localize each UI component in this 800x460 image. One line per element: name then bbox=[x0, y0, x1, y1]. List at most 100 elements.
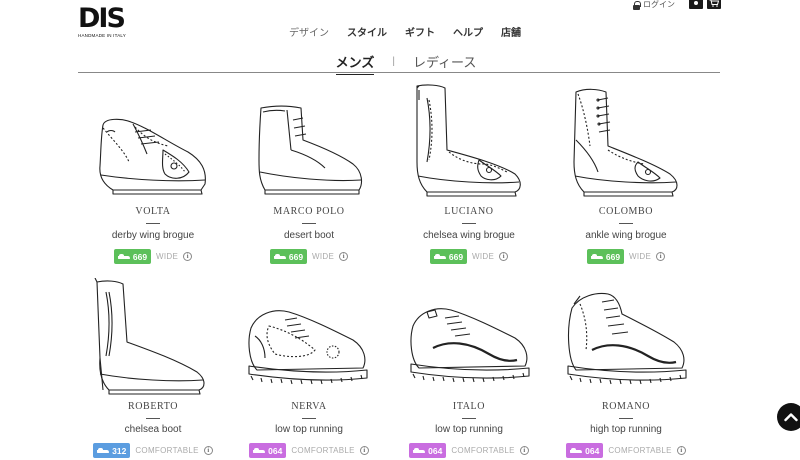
name-divider bbox=[462, 223, 476, 224]
info-icon[interactable]: i bbox=[359, 446, 369, 455]
fit-row: 064 COMFORTABLE i bbox=[229, 443, 389, 458]
language-button[interactable] bbox=[689, 0, 703, 9]
fit-row: 669 WIDE i bbox=[546, 249, 706, 264]
info-icon[interactable]: i bbox=[203, 446, 213, 455]
last-badge: 669 bbox=[269, 249, 308, 264]
fit-label: COMFORTABLE bbox=[135, 446, 199, 455]
nav-item-gift[interactable]: ギフト bbox=[405, 24, 435, 39]
low-top-runner-illustration[interactable] bbox=[229, 278, 389, 396]
product-description: ankle wing brogue bbox=[585, 230, 667, 241]
tab-separator: | bbox=[392, 56, 395, 67]
name-divider bbox=[302, 223, 316, 224]
tab-mens[interactable]: メンズ bbox=[335, 52, 374, 75]
product-name[interactable]: ROMANO bbox=[546, 401, 706, 412]
product-name[interactable]: NERVA bbox=[229, 401, 389, 412]
fit-label: WIDE bbox=[629, 252, 652, 261]
fit-row: 669 WIDE i bbox=[229, 249, 389, 264]
last-code: 312 bbox=[112, 445, 127, 456]
product-description: high top running bbox=[590, 424, 662, 435]
product-name[interactable]: COLOMBO bbox=[546, 206, 706, 217]
fit-label: WIDE bbox=[312, 252, 335, 261]
high-top-runner-illustration[interactable] bbox=[546, 278, 706, 396]
name-divider bbox=[619, 223, 633, 224]
info-icon[interactable]: i bbox=[183, 252, 193, 261]
nav-item-store[interactable]: 店舗 bbox=[501, 24, 521, 39]
info-icon[interactable]: i bbox=[676, 446, 686, 455]
main-nav: デザイン スタイル ギフト ヘルプ 店舗 bbox=[0, 24, 800, 39]
shoe-icon bbox=[433, 254, 446, 259]
shoe-icon bbox=[273, 254, 286, 259]
last-code: 064 bbox=[428, 445, 443, 456]
product-description: derby wing brogue bbox=[111, 230, 195, 241]
login-label: ログイン bbox=[643, 0, 675, 9]
fit-row: 669 WIDE i bbox=[389, 249, 549, 264]
product-name[interactable]: VOLTA bbox=[73, 206, 233, 217]
product-description: desert boot bbox=[283, 230, 335, 241]
chelsea-brogue-illustration[interactable] bbox=[389, 80, 549, 198]
last-code: 669 bbox=[448, 251, 464, 262]
fit-row: 312 COMFORTABLE i bbox=[73, 443, 233, 458]
last-badge: 669 bbox=[429, 249, 468, 264]
lock-icon bbox=[633, 0, 641, 10]
tab-ladies[interactable]: レディース bbox=[413, 52, 476, 71]
last-code: 064 bbox=[268, 445, 283, 456]
last-badge: 669 bbox=[586, 249, 625, 264]
last-code: 669 bbox=[288, 251, 304, 262]
fit-label: WIDE bbox=[472, 252, 495, 261]
last-badge: 064 bbox=[566, 443, 604, 458]
product-name[interactable]: MARCO POLO bbox=[229, 206, 389, 217]
product-name[interactable]: ITALO bbox=[389, 401, 549, 412]
ankle-brogue-illustration[interactable] bbox=[546, 80, 706, 198]
fit-row: 064 COMFORTABLE i bbox=[389, 443, 549, 458]
product-description: low top running bbox=[275, 424, 343, 435]
cart-button[interactable] bbox=[707, 0, 721, 9]
shoe-icon bbox=[97, 448, 110, 453]
name-divider bbox=[619, 418, 633, 419]
nav-item-design[interactable]: デザイン bbox=[289, 24, 329, 39]
last-code: 669 bbox=[132, 251, 148, 262]
last-badge: 312 bbox=[93, 443, 131, 458]
last-badge: 064 bbox=[249, 443, 287, 458]
fit-label: COMFORTABLE bbox=[451, 446, 515, 455]
fit-row: 669 WIDE i bbox=[73, 249, 233, 264]
name-divider bbox=[302, 418, 316, 419]
product-name[interactable]: LUCIANO bbox=[389, 206, 549, 217]
name-divider bbox=[146, 223, 160, 224]
product-name[interactable]: ROBERTO bbox=[73, 401, 233, 412]
last-badge: 669 bbox=[113, 249, 152, 264]
nav-item-style[interactable]: スタイル bbox=[347, 24, 387, 39]
login-link[interactable]: ログイン bbox=[633, 0, 675, 10]
product-description: chelsea boot bbox=[124, 424, 182, 435]
info-icon[interactable]: i bbox=[656, 252, 666, 261]
last-badge: 064 bbox=[409, 443, 447, 458]
shoe-icon bbox=[570, 448, 583, 453]
fit-row: 064 COMFORTABLE i bbox=[546, 443, 706, 458]
gender-tabs: メンズ | レディース bbox=[0, 52, 800, 75]
product-description: chelsea wing brogue bbox=[423, 230, 515, 241]
info-icon[interactable]: i bbox=[519, 446, 529, 455]
fit-label: COMFORTABLE bbox=[291, 446, 355, 455]
info-icon[interactable]: i bbox=[339, 252, 349, 261]
last-code: 064 bbox=[585, 445, 600, 456]
fit-label: COMFORTABLE bbox=[608, 446, 672, 455]
desert-boot-illustration[interactable] bbox=[229, 80, 389, 198]
last-code: 669 bbox=[605, 251, 621, 262]
scroll-to-top-button[interactable] bbox=[777, 403, 800, 431]
info-icon[interactable]: i bbox=[499, 252, 509, 261]
shoe-icon bbox=[413, 448, 426, 453]
chelsea-boot-illustration[interactable] bbox=[73, 278, 233, 396]
product-description: low top running bbox=[435, 424, 503, 435]
fit-label: WIDE bbox=[156, 252, 179, 261]
derby-brogue-illustration[interactable] bbox=[73, 80, 233, 198]
shoe-icon bbox=[117, 254, 130, 259]
header-divider bbox=[78, 72, 720, 73]
name-divider bbox=[146, 418, 160, 419]
cart-icon bbox=[709, 0, 719, 7]
name-divider bbox=[462, 418, 476, 419]
shoe-icon bbox=[590, 254, 603, 259]
shoe-icon bbox=[253, 448, 266, 453]
chevron-up-icon bbox=[784, 413, 798, 422]
low-top-runner-illustration[interactable] bbox=[389, 278, 549, 396]
japan-flag-icon bbox=[691, 0, 701, 7]
nav-item-help[interactable]: ヘルプ bbox=[453, 24, 483, 39]
